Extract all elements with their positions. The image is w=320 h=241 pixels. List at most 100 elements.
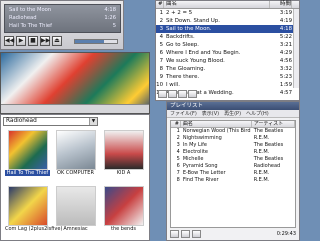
now-playing-row: Radiohead 1:26 — [9, 15, 116, 22]
volume-slider[interactable] — [74, 39, 118, 44]
queue-number-cell: 6 — [176, 163, 180, 169]
queue-title-cell: Find The River — [182, 177, 219, 183]
playlist-row[interactable]: 5 Go to Sleep. 3:21 — [156, 41, 299, 49]
queue-number-cell: 7 — [176, 170, 180, 176]
queue-row[interactable]: 1Norwegian Wood (This Bird Has Flown)The… — [171, 128, 295, 135]
playlist-toolbar — [158, 90, 197, 98]
track-number-cell: 5 — [159, 42, 163, 48]
queue-artist-cell: The Beatles — [253, 156, 284, 162]
track-duration-cell: 4:19 — [279, 18, 292, 24]
album-tile[interactable]: Com Lag (2plus2isfive) — [5, 186, 63, 232]
column-title[interactable]: 曲名 — [164, 1, 270, 8]
track-duration-cell: 5:22 — [279, 34, 292, 40]
eject-button[interactable]: ⏏ — [52, 36, 62, 46]
queue-artist-cell: R.E.M. — [253, 177, 270, 183]
previous-button[interactable]: ◀◀ — [4, 36, 14, 46]
volume-fill — [75, 40, 105, 43]
track-title-cell: We suck Young Blood. — [166, 58, 225, 64]
queue-number-cell: 3 — [176, 142, 180, 148]
track-title-cell: Sail to the Moon. — [166, 26, 212, 32]
queue-title-cell: E-Bow The Letter — [182, 170, 226, 176]
repeat-button[interactable] — [188, 90, 197, 98]
track-number-cell: 10 — [156, 82, 163, 88]
queue-artist-cell: R.E.M. — [253, 135, 270, 141]
now-playing-display: Sail to the Moon 4:18 Radiohead 1:26 Hail … — [4, 4, 121, 33]
album-tile[interactable]: OK COMPUTER — [53, 130, 98, 176]
track-duration-cell: 3:19 — [279, 10, 292, 16]
play-button[interactable]: ▶ — [16, 36, 26, 46]
playlist-row[interactable]: 9 There there. 5:23 — [156, 73, 299, 81]
shuffle-button[interactable] — [178, 90, 187, 98]
album-browser-window: Radiohead ▼ Hail To The Thief OK COMPUTER K… — [0, 114, 150, 241]
album-caption: Com Lag (2plus2isfive) — [5, 226, 63, 232]
album-art-window — [0, 52, 150, 114]
queue-row[interactable]: 6 Pyramid Song Radiohead — [171, 163, 295, 170]
playlist-row[interactable]: 12 + 2 = 5 3:19 — [156, 9, 299, 17]
album-cover — [55, 186, 96, 226]
track-artist: Radiohead — [9, 15, 37, 21]
album-caption: KID A — [116, 170, 131, 176]
chevron-down-icon[interactable]: ▼ — [89, 118, 97, 125]
queue-artist-cell: The Beatles — [253, 142, 284, 148]
queue-stop-button[interactable] — [181, 229, 190, 238]
queue-column-number[interactable]: # — [171, 121, 181, 127]
artist-dropdown[interactable]: Radiohead ▼ — [3, 117, 98, 126]
track-duration-cell: 4:18 — [279, 26, 292, 32]
track-number: 5 — [112, 23, 116, 29]
playlist-row[interactable]: 3 Sail to the Moon. 4:18 — [156, 25, 299, 33]
track-title-cell: 2 + 2 = 5 — [166, 10, 193, 16]
queue-number-cell: 1 — [176, 128, 180, 134]
column-number[interactable]: # — [156, 1, 164, 8]
add-button[interactable] — [158, 90, 167, 98]
stop-button[interactable]: ■ — [28, 36, 38, 46]
queue-row[interactable]: 5 Michelle The Beatles — [171, 156, 295, 163]
track-number-cell: 6 — [159, 50, 163, 56]
track-number-cell: 2 — [159, 18, 163, 24]
queue-title: プレイリスト — [167, 102, 299, 110]
queue-row[interactable]: 8 Find The River R.E.M. — [171, 177, 295, 184]
queue-row[interactable]: 3 In My Life The Beatles — [171, 142, 295, 149]
queue-artist-cell: The Beatles — [253, 128, 284, 134]
album-tile[interactable]: Hail To The Thief — [5, 130, 50, 176]
queue-row[interactable]: 2 Nightswimming R.E.M. — [171, 135, 295, 142]
queue-menubar[interactable]: ファイル(F) 表示(V) 再生(P) ヘルプ(H) — [167, 110, 299, 118]
now-playing-row: Hail To The Thief 5 — [9, 23, 116, 30]
queue-artist-cell: R.E.M. — [253, 149, 270, 155]
playlist-row[interactable]: 8 The Gloaming. 3:32 — [156, 65, 299, 73]
album-caption: Hail To The Thief — [5, 170, 50, 176]
track-duration-cell: 4:29 — [279, 50, 292, 56]
queue-row[interactable]: 4 Electrolite R.E.M. — [171, 149, 295, 156]
album-caption: the bends — [111, 226, 136, 232]
remove-button[interactable] — [168, 90, 177, 98]
album-cover — [7, 130, 48, 170]
queue-artist-cell: Radiohead — [253, 163, 281, 169]
queue-column-artist[interactable]: アーティスト — [252, 121, 295, 127]
album-caption: OK COMPUTER — [57, 170, 94, 176]
transport-controls: ◀◀ ▶ ■ ▶▶ ⏏ — [4, 36, 62, 46]
next-button[interactable]: ▶▶ — [40, 36, 50, 46]
album-cover — [55, 130, 96, 170]
track-number-cell: 3 — [159, 26, 163, 32]
track-title: Sail to the Moon — [9, 7, 52, 13]
queue-number-cell: 8 — [176, 177, 180, 183]
track-title-cell: Backdrifts. — [166, 34, 195, 40]
queue-column-title[interactable]: 曲名 — [181, 121, 252, 127]
queue-clear-button[interactable] — [192, 229, 201, 238]
playlist-row[interactable]: 4 Backdrifts. 5:22 — [156, 33, 299, 41]
playlist-row[interactable]: 10 I will. 1:59 — [156, 81, 299, 89]
column-duration[interactable]: 時間 — [270, 1, 292, 8]
queue-play-button[interactable] — [170, 229, 179, 238]
queue-row[interactable]: 7 E-Bow The Letter R.E.M. — [171, 170, 295, 177]
playlist-row[interactable]: 6 Where I End and You Begin. 4:29 — [156, 49, 299, 57]
album-tile[interactable]: the bends — [101, 186, 146, 232]
playlist-row[interactable]: 2 Sit Down. Stand Up. 4:19 — [156, 17, 299, 25]
track-title-cell: Where I End and You Begin. — [166, 50, 241, 56]
album-tile[interactable]: KID A — [101, 130, 146, 176]
queue-title-cell: Nightswimming — [182, 135, 222, 141]
playlist-scrollbar[interactable] — [293, 9, 299, 88]
album-tile[interactable]: Amnesiac — [53, 186, 98, 232]
playlist-row[interactable]: 7 We suck Young Blood. 4:56 — [156, 57, 299, 65]
elapsed-time: 1:26 — [104, 15, 116, 21]
queue-window: プレイリスト ファイル(F) 表示(V) 再生(P) ヘルプ(H) # 曲名 ア… — [166, 101, 300, 241]
queue-title-cell: In My Life — [182, 142, 207, 148]
